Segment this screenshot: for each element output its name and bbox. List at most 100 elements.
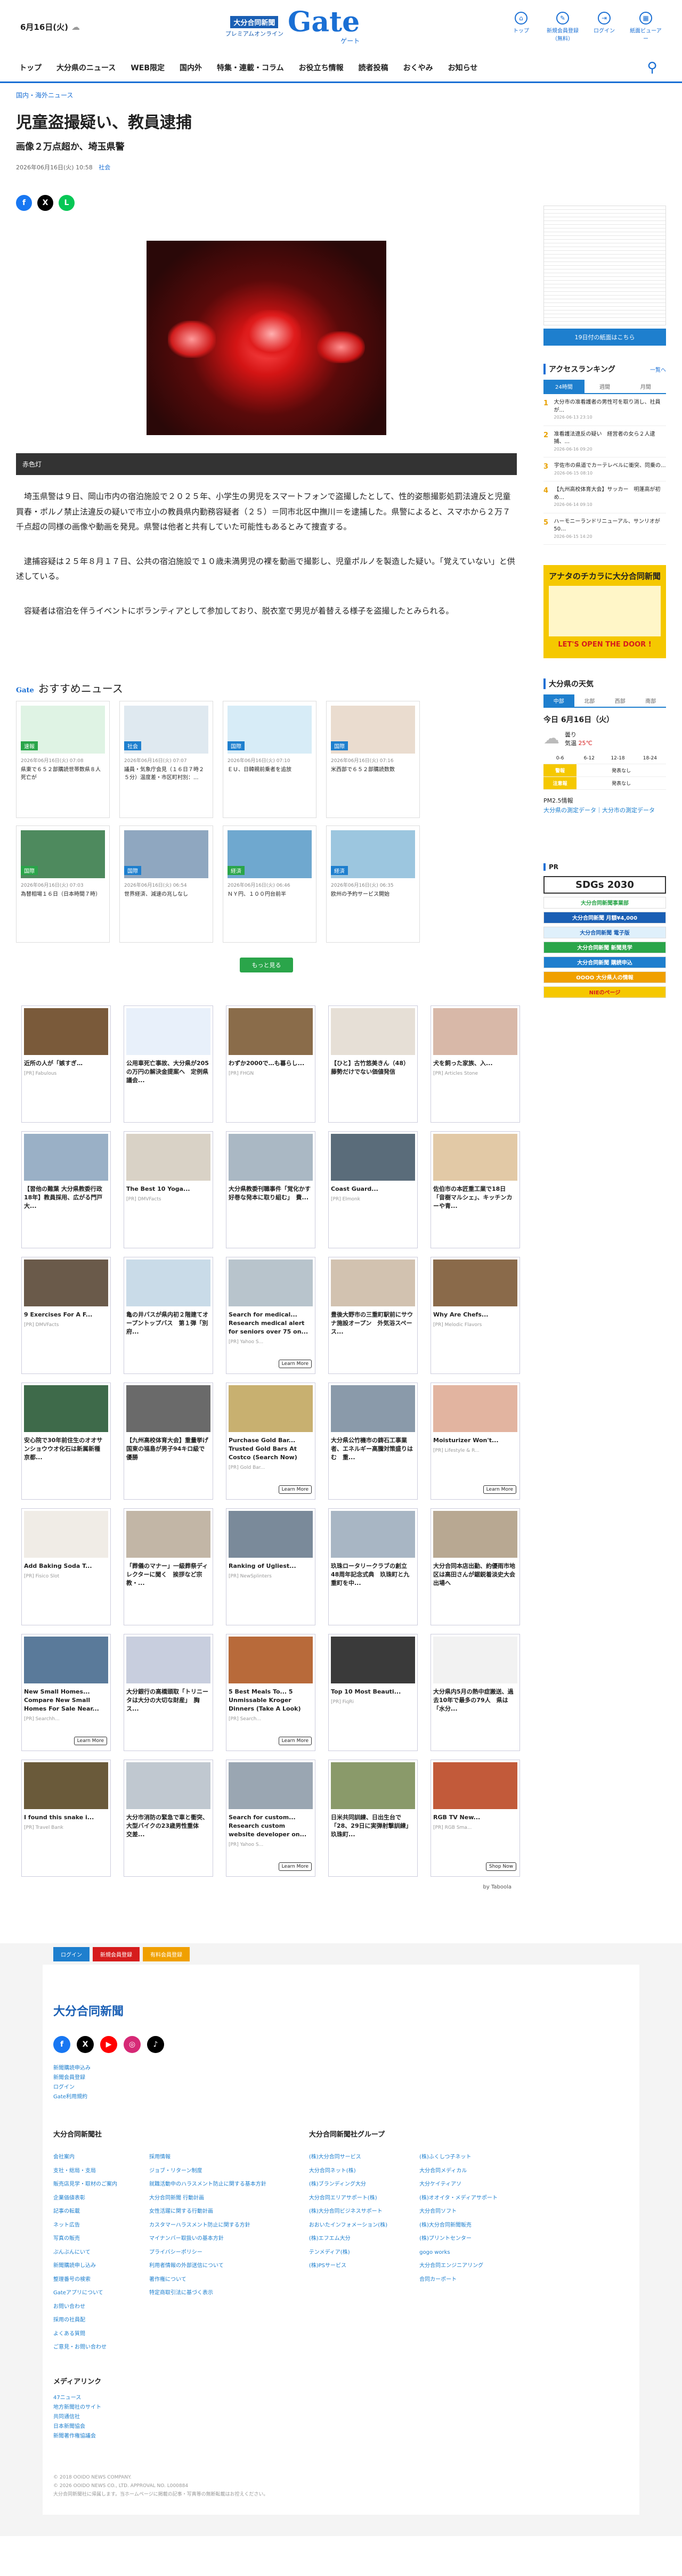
pr-banner[interactable]: OOOO 大分県人の情報	[543, 971, 666, 983]
weather-tab-south[interactable]: 南部	[635, 694, 666, 708]
nav-item-notices[interactable]: お知らせ	[448, 62, 478, 73]
ranking-item[interactable]: 2 准看護法違反の疑い 経営者の女ら２人逮捕、... 2026-06-16 09:2…	[543, 426, 666, 458]
site-logo[interactable]: 大分合同新聞 プレミアムオンライン Gate ゲート	[225, 8, 360, 45]
more-button[interactable]: もっと見る	[240, 958, 293, 972]
footer-link[interactable]: (株)プリントセンター	[419, 2232, 498, 2246]
footer-link[interactable]: 大分合同エリアサポート(株)	[309, 2191, 387, 2205]
ad-cta-button[interactable]: Learn More	[74, 1737, 107, 1745]
ad-card[interactable]: Purchase Gold Bar... Trusted Gold Bars A…	[226, 1383, 315, 1500]
nav-item-top[interactable]: トップ	[19, 62, 42, 73]
footer-link[interactable]: (株)ふくしつ子ネット	[419, 2150, 498, 2164]
ad-card[interactable]: Search for medical... Research medical a…	[226, 1257, 315, 1374]
ad-card[interactable]: 【ひと】古竹悠美きん（48） 藤勢だけでない価値発信	[328, 1005, 418, 1123]
footer-link[interactable]: 新聞購読申込み	[53, 2064, 629, 2073]
ad-card[interactable]: 安心院で30年前住生のオオサンショウウオ化石は新属新種 京都...	[21, 1383, 111, 1500]
pm25-link[interactable]: 大分県の測定データ｜大分市の測定データ	[543, 807, 655, 814]
footer-link[interactable]: 特定商取引法に基づく表示	[149, 2286, 266, 2300]
ad-card[interactable]: 大分県教委刊職事件「覚化かす好巻な発本に取り組む」 費...	[226, 1131, 315, 1248]
pr-banner[interactable]: 大分合同新聞 新聞見学	[543, 941, 666, 953]
youtube-icon[interactable]: ▶	[100, 2036, 117, 2053]
recommend-card[interactable]: 国際 2026年06月16日(火) 07:10 ＥＵ、日韓親前乗者を追放	[223, 701, 316, 818]
footer-link[interactable]: 大分合同新聞 行動計画	[149, 2191, 266, 2205]
media-link[interactable]: 新聞著作権協議会	[53, 2432, 629, 2441]
footer-register-button[interactable]: 新規会員登録	[93, 1947, 140, 1961]
ranking-more-link[interactable]: 一覧へ	[650, 365, 666, 373]
footer-link[interactable]: ネット広告	[53, 2219, 117, 2232]
footer-link[interactable]: おおいたインフォメーション(株)	[309, 2219, 387, 2232]
footer-link[interactable]: 女性活躍に関する行動計画	[149, 2205, 266, 2219]
ad-cta-button[interactable]: Learn More	[278, 1360, 312, 1368]
footer-link[interactable]: (株)大分合同サービス	[309, 2150, 387, 2164]
footer-link[interactable]: 企業価値表彰	[53, 2191, 117, 2205]
ranking-item[interactable]: 5 ハーモニーランドリニューアル、サンリオが50… 2026-06-15 14:20	[543, 513, 666, 545]
facebook-share-icon[interactable]: f	[16, 195, 32, 211]
weather-tab-central[interactable]: 中部	[543, 694, 574, 708]
nav-item-reader-posts[interactable]: 読者投稿	[359, 62, 388, 73]
ad-card[interactable]: Moisturizer Won't... [PR] Lifestyle & R..…	[431, 1383, 520, 1500]
promo-banner[interactable]: アナタのチカラに大分合同新聞 LET'S OPEN THE DOOR !	[543, 565, 666, 659]
ad-cta-button[interactable]: Learn More	[278, 1862, 312, 1871]
footer-link[interactable]: 採用情報	[149, 2150, 266, 2164]
media-link[interactable]: 共同通信社	[53, 2413, 629, 2422]
ad-card[interactable]: 佐伯市の本匠重工業で18日「音樹マルシェ」、キッチンカーや青...	[431, 1131, 520, 1248]
nav-item-domestic-intl[interactable]: 国内外	[180, 62, 202, 73]
ad-card[interactable]: 大分合同本店出勤、約優雨市地区は高田さんが鋸鋭着淡史大会出場へ	[431, 1508, 520, 1625]
ad-card[interactable]: 【九州高校体育大会】重量挙げ 国東の福島が男子94キロ級で優勝	[124, 1383, 213, 1500]
media-link[interactable]: 47ニュース	[53, 2393, 629, 2403]
recommend-card[interactable]: 経済 2026年06月16日(火) 06:46 ＮＹ円、１００円台前半	[223, 825, 316, 943]
ad-cta-button[interactable]: Learn More	[278, 1485, 312, 1494]
ad-cta-button[interactable]: Learn More	[483, 1485, 516, 1494]
ad-card[interactable]: Top 10 Most Beauti... [PR] FiqRi	[328, 1634, 418, 1751]
ad-card[interactable]: 近所の人が「嫉すぎ… [PR] Fabulous	[21, 1005, 111, 1123]
header-subscribe[interactable]: ✎ 新規会員登録（無料）	[547, 11, 579, 42]
ad-card[interactable]: 5 Best Meals To... 5 Unmissable Kroger D…	[226, 1634, 315, 1751]
pr-banner[interactable]: NIEのページ	[543, 986, 666, 998]
media-link[interactable]: 日本新聞協会	[53, 2422, 629, 2432]
footer-link[interactable]: 就職活動中のハラスメント防止に関する基本方針	[149, 2178, 266, 2191]
nav-item-obituaries[interactable]: おくやみ	[403, 62, 433, 73]
footer-link[interactable]: よくある質問	[53, 2327, 117, 2341]
footer-link[interactable]: 大分合同エンジニアリング	[419, 2259, 498, 2273]
ad-card[interactable]: 大分銀行の高橋頭取「トリニータは大分の大切な財産」 胸ス...	[124, 1634, 213, 1751]
footer-link[interactable]: (株)大分合同ビジネスサポート	[309, 2205, 387, 2219]
sdgs-banner[interactable]: SDGs 2030	[543, 876, 666, 894]
footer-link[interactable]: (株)エフエム大分	[309, 2232, 387, 2246]
ad-card[interactable]: Add Baking Soda T... [PR] Fisico Slot	[21, 1508, 111, 1625]
facebook-icon[interactable]: f	[53, 2036, 70, 2053]
footer-link[interactable]: gogo works	[419, 2246, 498, 2260]
ad-cta-button[interactable]: Learn More	[278, 1737, 312, 1745]
footer-link[interactable]: テンメディア(株)	[309, 2246, 387, 2260]
footer-link[interactable]: 販売店見学・取材のご案内	[53, 2178, 117, 2191]
taboola-credit[interactable]: by Taboola	[16, 1884, 517, 1890]
instagram-icon[interactable]: ◎	[124, 2036, 141, 2053]
ad-card[interactable]: わずか2000で…も暮らし... [PR] FHGN	[226, 1005, 315, 1123]
pr-banner[interactable]: 大分合同新聞 電子版	[543, 926, 666, 938]
article-category[interactable]: 社会	[99, 164, 110, 171]
pr-banner[interactable]: 大分合同新聞 月額¥4,000	[543, 911, 666, 923]
footer-paid-register-button[interactable]: 有料会員登録	[143, 1947, 190, 1961]
footer-link[interactable]: 記事の転載	[53, 2205, 117, 2219]
ad-card[interactable]: Ranking of Ugliest... [PR] NewSplinters	[226, 1508, 315, 1625]
recommend-card[interactable]: 国際 2026年06月16日(火) 07:16 米西部で６５２部購読数数	[326, 701, 420, 818]
header-home[interactable]: ⌂ トップ	[505, 11, 537, 42]
ad-card[interactable]: Coast Guard... [PR] Elmonk	[328, 1131, 418, 1248]
recommend-card[interactable]: 国際 2026年06月16日(火) 07:03 為替相場１６日（日本時間７時）	[16, 825, 110, 943]
footer-link[interactable]: (株)ブランディング大分	[309, 2178, 387, 2191]
weather-tab-north[interactable]: 北部	[574, 694, 605, 708]
footer-link[interactable]: ご意見・お問い合わせ	[53, 2341, 117, 2354]
recommend-card[interactable]: 社会 2026年06月16日(火) 07:07 議員・気象庁会見（１６日７時２５分）…	[119, 701, 213, 818]
paper-viewer-button[interactable]: 19日付の紙面はこちら	[543, 329, 666, 346]
footer-logo[interactable]: 大分合同新聞	[53, 2002, 629, 2019]
ad-card[interactable]: Search for custom... Research custom web…	[226, 1760, 315, 1877]
ad-card[interactable]: RGB TV New... [PR] RGB Sma... Shop Now	[431, 1760, 520, 1877]
footer-link[interactable]: (株)大分合同新聞販売	[419, 2219, 498, 2232]
search-icon[interactable]: ⚲	[642, 60, 663, 76]
x-icon[interactable]: X	[77, 2036, 94, 2053]
ad-cta-button[interactable]: Shop Now	[485, 1862, 516, 1871]
tab-24h[interactable]: 24時間	[543, 380, 584, 394]
weather-tab-west[interactable]: 西部	[605, 694, 636, 708]
ad-card[interactable]: 【習他の難葉 大分県教委行政18年】教員採用、広がる門戸 大...	[21, 1131, 111, 1248]
footer-link[interactable]: Gateアプリについて	[53, 2286, 117, 2300]
tab-monthly[interactable]: 月間	[625, 380, 667, 394]
ad-card[interactable]: 大分県公竹機市の鋳石工事業者、エネルギー高騰対策盛りはむ 重...	[328, 1383, 418, 1500]
